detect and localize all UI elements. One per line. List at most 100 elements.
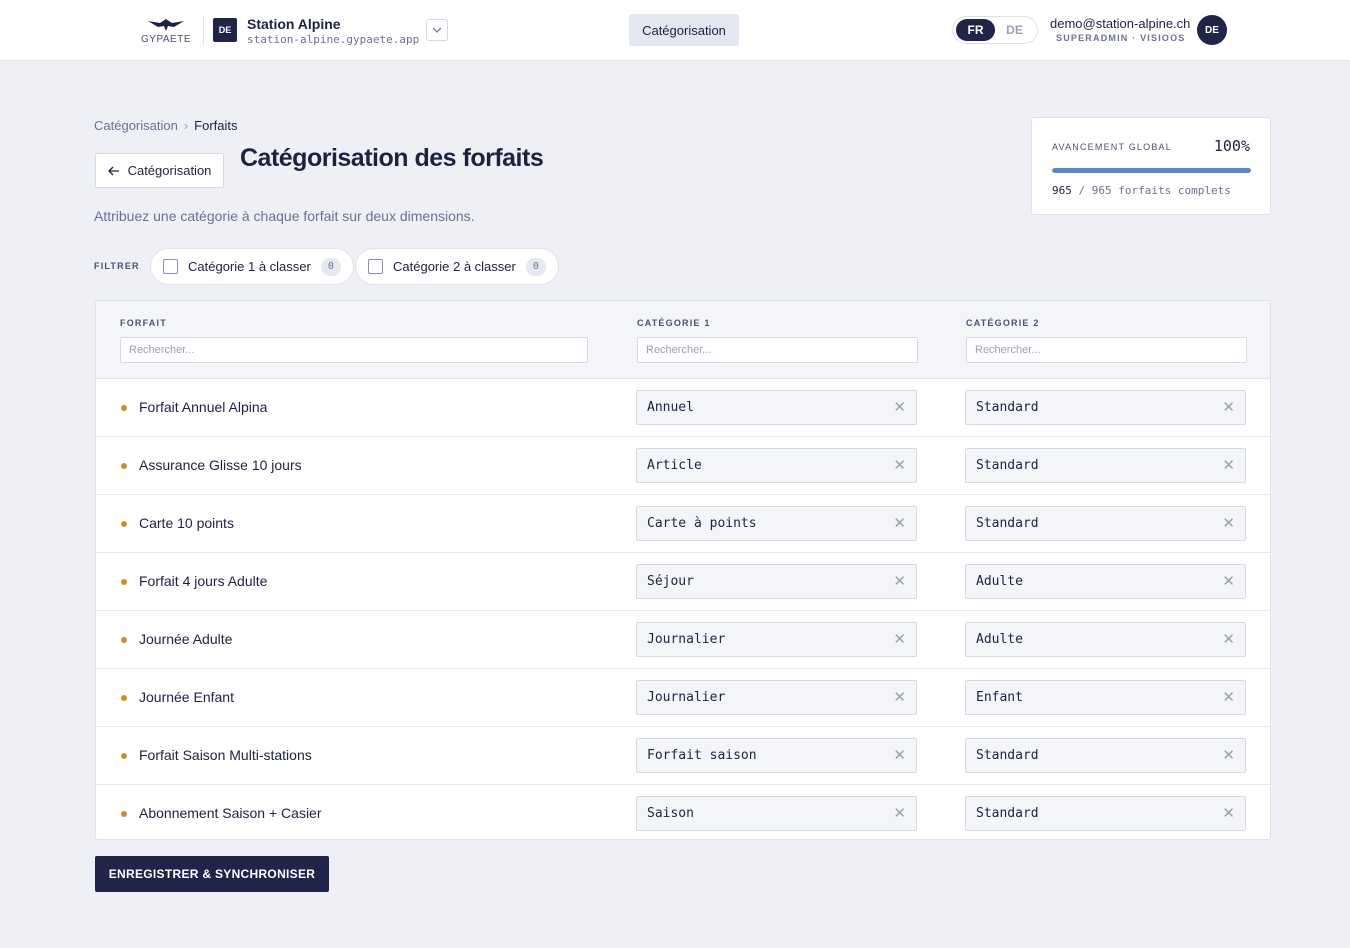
categorie-2-value: Standard: [976, 806, 1039, 821]
forfaits-table: FORFAIT CATÉGORIE 1 CATÉGORIE 2 Forfait …: [95, 300, 1271, 840]
clear-icon[interactable]: ✕: [1222, 574, 1235, 589]
clear-icon[interactable]: ✕: [893, 458, 906, 473]
categorie-2-select[interactable]: Adulte ✕: [965, 564, 1246, 599]
categorie-1-value: Journalier: [647, 632, 726, 647]
categorie-1-value: Forfait saison: [647, 748, 757, 763]
filter-chip-categorie-1[interactable]: Catégorie 1 à classer 0: [150, 248, 354, 285]
categorie-1-value: Saison: [647, 806, 694, 821]
forfait-name: Abonnement Saison + Casier: [139, 805, 322, 821]
clear-icon[interactable]: ✕: [1222, 458, 1235, 473]
nav-tab-categorisation[interactable]: Catégorisation: [629, 14, 739, 46]
categorie-1-value: Article: [647, 458, 702, 473]
status-dot: [121, 579, 127, 585]
categorie-1-value: Carte à points: [647, 516, 757, 531]
clear-icon[interactable]: ✕: [893, 516, 906, 531]
status-dot: [121, 405, 127, 411]
lang-de-button[interactable]: DE: [995, 19, 1034, 41]
table-header: FORFAIT CATÉGORIE 1 CATÉGORIE 2: [96, 301, 1270, 379]
categorie-2-select[interactable]: Enfant ✕: [965, 680, 1246, 715]
clear-icon[interactable]: ✕: [893, 400, 906, 415]
divider: [203, 15, 204, 45]
page-subtitle: Attribuez une catégorie à chaque forfait…: [94, 208, 475, 224]
status-dot: [121, 753, 127, 759]
breadcrumb-separator: ›: [183, 118, 189, 133]
categorie-1-select[interactable]: Forfait saison ✕: [636, 738, 917, 773]
lang-fr-button[interactable]: FR: [956, 19, 995, 41]
table-row: Forfait 4 jours Adulte Séjour ✕ Adulte ✕: [96, 553, 1270, 611]
progress-bar: [1052, 168, 1251, 173]
categorie-2-select[interactable]: Standard ✕: [965, 506, 1246, 541]
categorie-1-select[interactable]: Annuel ✕: [636, 390, 917, 425]
categorie-2-select[interactable]: Standard ✕: [965, 796, 1246, 831]
filter-chip-label: Catégorie 1 à classer: [188, 259, 311, 274]
status-dot: [121, 637, 127, 643]
breadcrumb: Catégorisation › Forfaits: [94, 118, 238, 133]
categorie-1-select[interactable]: Saison ✕: [636, 796, 917, 831]
clear-icon[interactable]: ✕: [893, 690, 906, 705]
categorie-2-value: Standard: [976, 458, 1039, 473]
search-categorie-2-input[interactable]: [966, 337, 1247, 363]
clear-icon[interactable]: ✕: [1222, 516, 1235, 531]
status-dot: [121, 521, 127, 527]
categorie-2-value: Adulte: [976, 632, 1023, 647]
top-bar: GYPAETE DE Station Alpine station-alpine…: [0, 0, 1350, 61]
column-header-forfait: FORFAIT: [120, 318, 167, 328]
clear-icon[interactable]: ✕: [1222, 400, 1235, 415]
clear-icon[interactable]: ✕: [1222, 632, 1235, 647]
forfait-name: Assurance Glisse 10 jours: [139, 457, 302, 473]
avatar[interactable]: DE: [1197, 15, 1227, 45]
org-badge: DE: [213, 18, 237, 42]
clear-icon[interactable]: ✕: [1222, 748, 1235, 763]
search-categorie-1-input[interactable]: [637, 337, 918, 363]
filter-checkbox[interactable]: [368, 259, 383, 274]
breadcrumb-parent-link[interactable]: Catégorisation: [94, 118, 178, 133]
forfait-name: Journée Enfant: [139, 689, 234, 705]
clear-icon[interactable]: ✕: [1222, 690, 1235, 705]
categorie-1-select[interactable]: Carte à points ✕: [636, 506, 917, 541]
categorie-2-select[interactable]: Adulte ✕: [965, 622, 1246, 657]
progress-count: 965 / 965 forfaits complets: [1052, 184, 1231, 197]
save-sync-button[interactable]: ENREGISTRER & SYNCHRONISER: [95, 856, 329, 892]
filter-chip-categorie-2[interactable]: Catégorie 2 à classer 0: [355, 248, 559, 285]
status-dot: [121, 811, 127, 817]
filter-chip-label: Catégorie 2 à classer: [393, 259, 516, 274]
filter-checkbox[interactable]: [163, 259, 178, 274]
forfait-name: Forfait 4 jours Adulte: [139, 573, 268, 589]
categorie-1-value: Séjour: [647, 574, 694, 589]
org-switcher-button[interactable]: [426, 19, 448, 41]
org-url: station-alpine.gypaete.app: [247, 33, 420, 46]
table-row: Carte 10 points Carte à points ✕ Standard ✕: [96, 495, 1270, 553]
categorie-1-value: Journalier: [647, 690, 726, 705]
categorie-1-select[interactable]: Séjour ✕: [636, 564, 917, 599]
gypaete-logo[interactable]: GYPAETE: [138, 15, 194, 45]
table-row: Abonnement Saison + Casier Saison ✕ Standar…: [96, 785, 1270, 839]
status-dot: [121, 695, 127, 701]
bird-logo-icon: [148, 19, 184, 31]
clear-icon[interactable]: ✕: [1222, 806, 1235, 821]
categorie-1-select[interactable]: Journalier ✕: [636, 680, 917, 715]
progress-label: AVANCEMENT GLOBAL: [1052, 142, 1172, 152]
progress-card: AVANCEMENT GLOBAL 100% 965 / 965 forfait…: [1031, 117, 1271, 215]
filter-label: FILTRER: [94, 261, 140, 271]
user-role: SUPERADMIN · VISIOOS: [1056, 33, 1186, 43]
progress-percent: 100%: [1213, 137, 1250, 155]
back-button[interactable]: Catégorisation: [95, 153, 224, 188]
language-switcher: FR DE: [952, 16, 1038, 44]
progress-bar-fill: [1052, 168, 1251, 173]
org-name: Station Alpine: [247, 16, 341, 32]
table-row: Journée Enfant Journalier ✕ Enfant ✕: [96, 669, 1270, 727]
categorie-1-value: Annuel: [647, 400, 694, 415]
page-title: Catégorisation des forfaits: [240, 144, 544, 172]
categorie-2-select[interactable]: Standard ✕: [965, 390, 1246, 425]
categorie-2-select[interactable]: Standard ✕: [965, 448, 1246, 483]
clear-icon[interactable]: ✕: [893, 632, 906, 647]
clear-icon[interactable]: ✕: [893, 806, 906, 821]
categorie-2-select[interactable]: Standard ✕: [965, 738, 1246, 773]
categorie-1-select[interactable]: Article ✕: [636, 448, 917, 483]
categorie-1-select[interactable]: Journalier ✕: [636, 622, 917, 657]
clear-icon[interactable]: ✕: [893, 574, 906, 589]
categorie-2-value: Standard: [976, 748, 1039, 763]
search-forfait-input[interactable]: [120, 337, 588, 363]
table-row: Forfait Annuel Alpina Annuel ✕ Standard ✕: [96, 379, 1270, 437]
clear-icon[interactable]: ✕: [893, 748, 906, 763]
